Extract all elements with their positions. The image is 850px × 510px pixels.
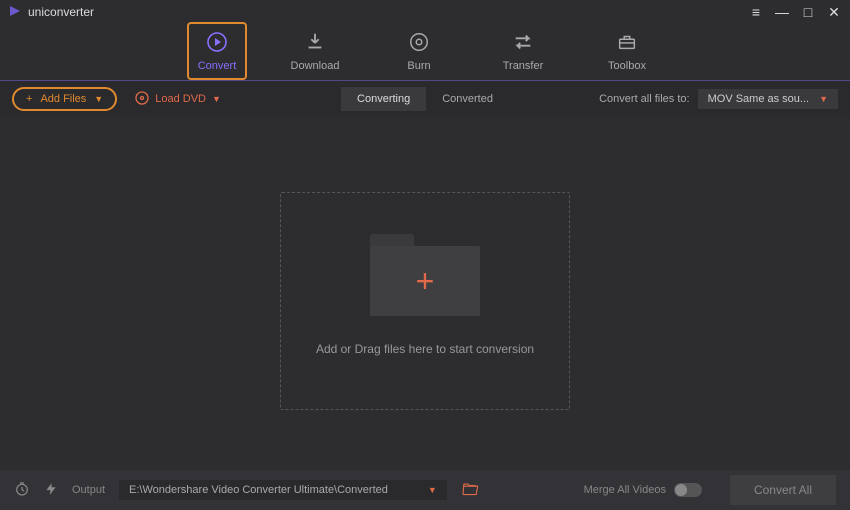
app-title: uniconverter (28, 5, 94, 19)
lightning-icon[interactable] (44, 481, 58, 500)
add-files-label: Add Files (40, 93, 86, 105)
transfer-icon (512, 30, 534, 54)
chevron-down-icon: ▼ (819, 94, 828, 104)
download-icon (304, 30, 326, 54)
main-area: + Add or Drag files here to start conver… (0, 117, 850, 485)
open-folder-button[interactable] (461, 482, 479, 499)
footer-bar: Output E:\Wondershare Video Converter Ul… (0, 470, 850, 510)
main-nav: Convert Download Burn Transfer Toolbox (0, 24, 850, 80)
toolbox-icon (616, 30, 638, 54)
dropzone-text: Add or Drag files here to start conversi… (316, 342, 534, 356)
nav-tab-burn[interactable]: Burn (389, 30, 449, 72)
nav-tab-burn-label: Burn (407, 60, 430, 72)
output-path-select[interactable]: E:\Wondershare Video Converter Ultimate\… (119, 480, 447, 500)
convert-icon (205, 30, 229, 54)
toolbar: + Add Files ▼ Load DVD ▼ Converting Conv… (0, 81, 850, 117)
plus-icon: + (416, 263, 435, 300)
output-format-select[interactable]: MOV Same as sou... ▼ (698, 89, 838, 109)
nav-tab-convert-label: Convert (198, 60, 237, 72)
convert-all-label: Convert all files to: (599, 93, 689, 105)
file-dropzone[interactable]: + Add or Drag files here to start conver… (280, 192, 570, 410)
tab-converted[interactable]: Converted (426, 87, 509, 111)
nav-tab-download[interactable]: Download (285, 30, 345, 72)
output-label: Output (72, 484, 105, 496)
window-controls: ≡ — □ ✕ (748, 4, 842, 21)
nav-tab-toolbox[interactable]: Toolbox (597, 30, 657, 72)
tab-converting[interactable]: Converting (341, 87, 426, 111)
load-dvd-label: Load DVD (155, 93, 206, 105)
minimize-button[interactable]: — (774, 4, 790, 20)
menu-icon[interactable]: ≡ (748, 4, 764, 20)
burn-icon (408, 30, 430, 54)
nav-tab-toolbox-label: Toolbox (608, 60, 646, 72)
nav-tab-convert[interactable]: Convert (187, 22, 247, 80)
merge-toggle[interactable] (674, 483, 702, 497)
merge-videos-group: Merge All Videos (584, 483, 702, 497)
nav-tab-transfer-label: Transfer (503, 60, 544, 72)
disc-icon (135, 91, 149, 108)
app-logo-icon (8, 4, 22, 21)
output-format-value: MOV Same as sou... (708, 93, 809, 105)
chevron-down-icon: ▼ (94, 94, 103, 104)
maximize-button[interactable]: □ (800, 4, 816, 20)
close-button[interactable]: ✕ (826, 4, 842, 21)
plus-icon: + (26, 93, 32, 105)
load-dvd-button[interactable]: Load DVD ▼ (135, 91, 221, 108)
merge-label: Merge All Videos (584, 484, 666, 496)
nav-tab-transfer[interactable]: Transfer (493, 30, 553, 72)
add-files-button[interactable]: + Add Files ▼ (12, 87, 117, 111)
conversion-state-tabs: Converting Converted (341, 87, 509, 111)
output-path-value: E:\Wondershare Video Converter Ultimate\… (129, 484, 388, 496)
chevron-down-icon: ▼ (428, 485, 437, 495)
titlebar: uniconverter ≡ — □ ✕ (0, 0, 850, 24)
folder-icon: + (370, 246, 480, 316)
clock-icon[interactable] (14, 481, 30, 500)
chevron-down-icon: ▼ (212, 94, 221, 104)
convert-all-format-group: Convert all files to: MOV Same as sou...… (599, 89, 838, 109)
nav-tab-download-label: Download (291, 60, 340, 72)
convert-all-button[interactable]: Convert All (730, 475, 836, 505)
